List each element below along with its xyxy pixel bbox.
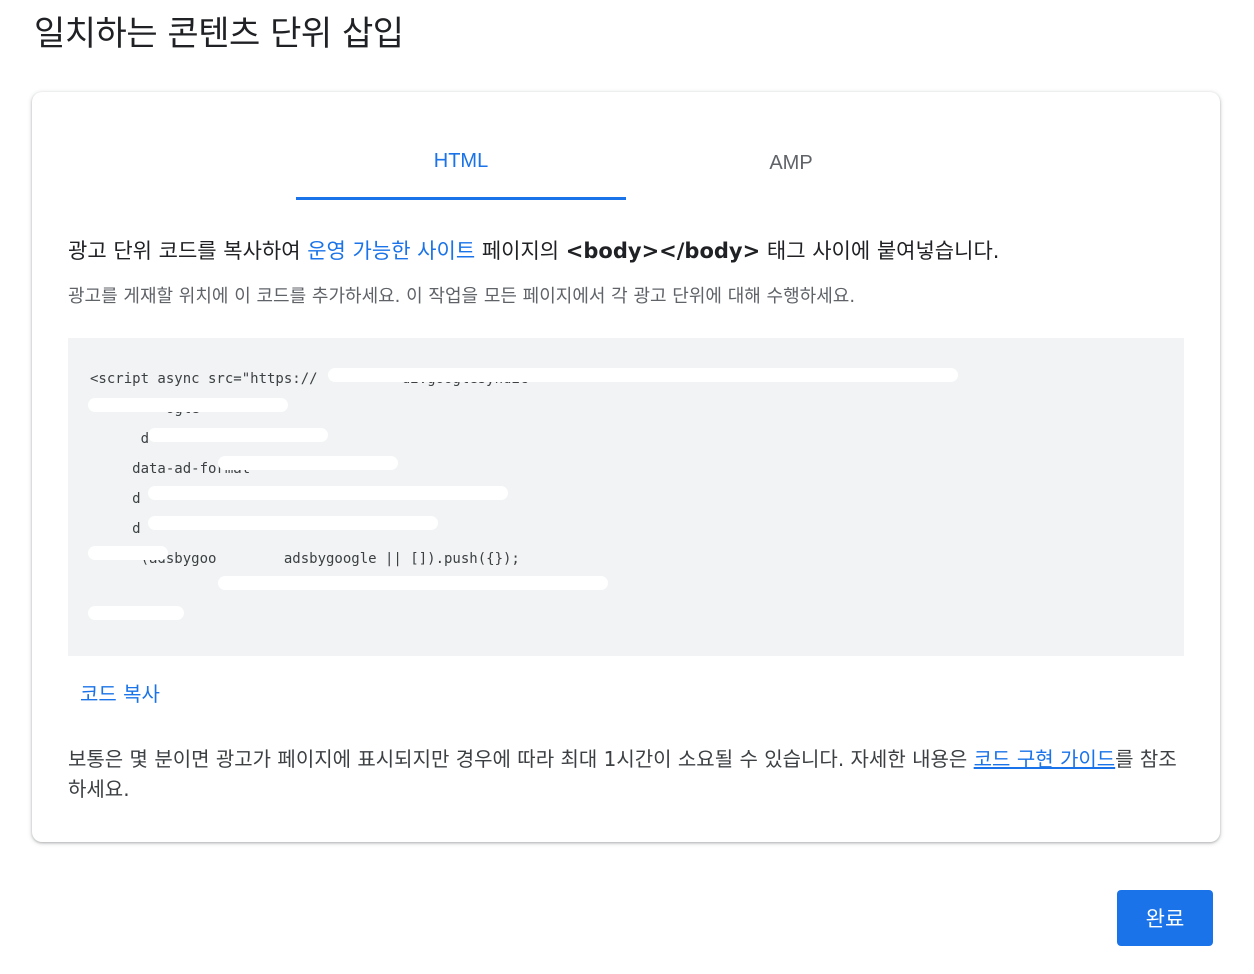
instructions-prefix: 광고 단위 코드를 복사하여	[68, 239, 308, 263]
tab-html[interactable]: HTML	[296, 132, 626, 200]
redaction-mark	[88, 546, 168, 560]
instructions: 광고 단위 코드를 복사하여 운영 가능한 사이트 페이지의 <body></b…	[68, 236, 1178, 266]
copy-code-link[interactable]: 코드 복사	[80, 678, 160, 707]
sub-instructions: 광고를 게재할 위치에 이 코드를 추가하세요. 이 작업을 모든 페이지에서 …	[68, 286, 856, 307]
footnote-text: 보통은 몇 분이면 광고가 페이지에 표시되지만 경우에 따라 최대 1시간이 …	[68, 747, 974, 771]
redaction-mark	[148, 428, 328, 442]
tab-amp[interactable]: AMP	[626, 132, 956, 200]
instructions-middle: 페이지의	[475, 239, 566, 263]
page-title: 일치하는 콘텐츠 단위 삽입	[34, 14, 404, 54]
done-button[interactable]: 완료	[1117, 890, 1213, 946]
redaction-mark	[328, 368, 958, 382]
redaction-mark	[148, 516, 438, 530]
operable-site-link[interactable]: 운영 가능한 사이트	[307, 239, 475, 263]
redaction-mark	[148, 486, 508, 500]
redaction-mark	[218, 456, 398, 470]
redaction-mark	[88, 398, 288, 412]
body-tag-text: <body></body>	[565, 239, 761, 263]
code-line: (adsbygoo adsbygoogle || []).push({});	[90, 551, 520, 567]
redaction-mark	[88, 606, 184, 620]
ad-code-block[interactable]: <script async src="https:// d2.googlesyn…	[68, 338, 1184, 656]
code-implementation-guide-link[interactable]: 코드 구현 가이드	[974, 747, 1116, 771]
footnote: 보통은 몇 분이면 광고가 페이지에 표시되지만 경우에 따라 최대 1시간이 …	[68, 744, 1184, 804]
redaction-mark	[218, 576, 608, 590]
instructions-suffix: 태그 사이에 붙여넣습니다.	[760, 239, 1000, 263]
code-type-tabs: HTML AMP	[296, 132, 956, 200]
insert-unit-card: HTML AMP 광고 단위 코드를 복사하여 운영 가능한 사이트 페이지의 …	[32, 92, 1220, 842]
